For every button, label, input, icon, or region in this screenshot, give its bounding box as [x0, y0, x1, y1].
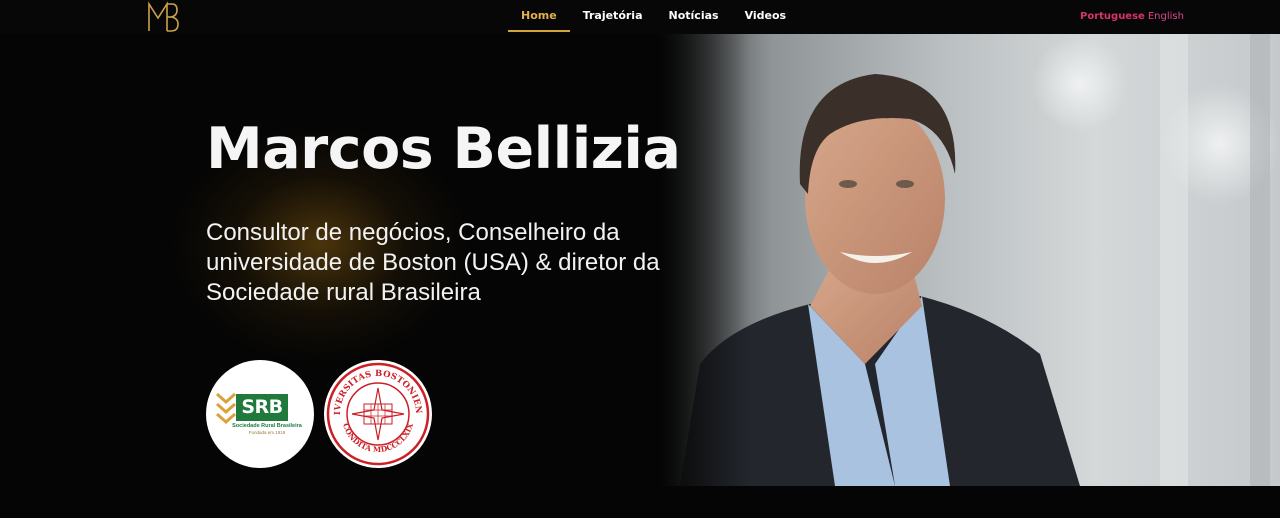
- srb-founded: Fundada em 1919: [248, 430, 286, 435]
- main-nav: Home Trajetória Notícias Videos: [508, 0, 799, 32]
- bu-seal-graphic: UNIVERSITAS BOSTONIENSIS CONDITA MDCCCLX…: [324, 360, 430, 466]
- language-switcher: Portuguese English: [1080, 0, 1184, 34]
- language-english[interactable]: English: [1148, 11, 1184, 22]
- nav-noticias[interactable]: Notícias: [656, 0, 732, 32]
- top-navigation-bar: Home Trajetória Notícias Videos Portugue…: [0, 0, 1280, 34]
- boston-university-seal[interactable]: UNIVERSITAS BOSTONIENSIS CONDITA MDCCCLX…: [324, 360, 432, 468]
- hero-subtitle: Consultor de negócios, Conselheiro da un…: [206, 219, 660, 306]
- nav-home[interactable]: Home: [508, 0, 570, 32]
- nav-trajetoria[interactable]: Trajetória: [570, 0, 656, 32]
- hero-title: Marcos Bellizia: [206, 116, 681, 182]
- srb-logo[interactable]: SRB Sociedade Rural Brasileira Fundada e…: [206, 360, 314, 468]
- mb-monogram-logo[interactable]: [146, 1, 180, 33]
- bottom-band: [0, 486, 1280, 518]
- portrait-illustration: [680, 34, 1280, 486]
- portrait-photo: [660, 34, 1280, 486]
- hero-section: Marcos Bellizia Consultor de negócios, C…: [0, 34, 1280, 486]
- srb-acronym: SRB: [236, 394, 288, 421]
- language-portuguese[interactable]: Portuguese: [1080, 11, 1145, 22]
- nav-videos[interactable]: Videos: [732, 0, 800, 32]
- srb-name: Sociedade Rural Brasileira: [232, 423, 302, 429]
